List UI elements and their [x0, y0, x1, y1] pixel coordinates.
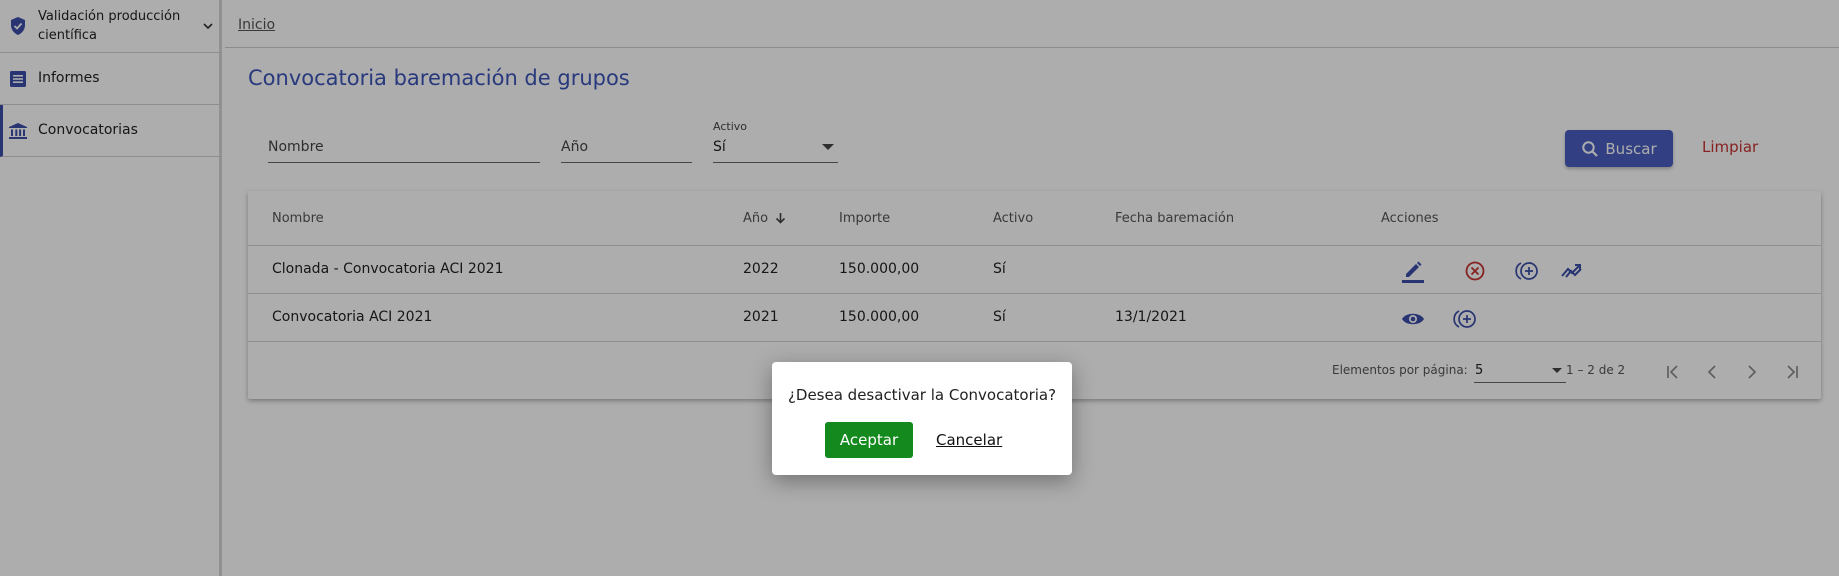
dialog-message: ¿Desea desactivar la Convocatoria?	[787, 386, 1057, 404]
modal-backdrop[interactable]	[0, 0, 1839, 576]
confirm-dialog: ¿Desea desactivar la Convocatoria? Acept…	[772, 362, 1072, 475]
cancelar-button[interactable]: Cancelar	[936, 431, 1002, 449]
aceptar-button[interactable]: Aceptar	[825, 422, 913, 458]
